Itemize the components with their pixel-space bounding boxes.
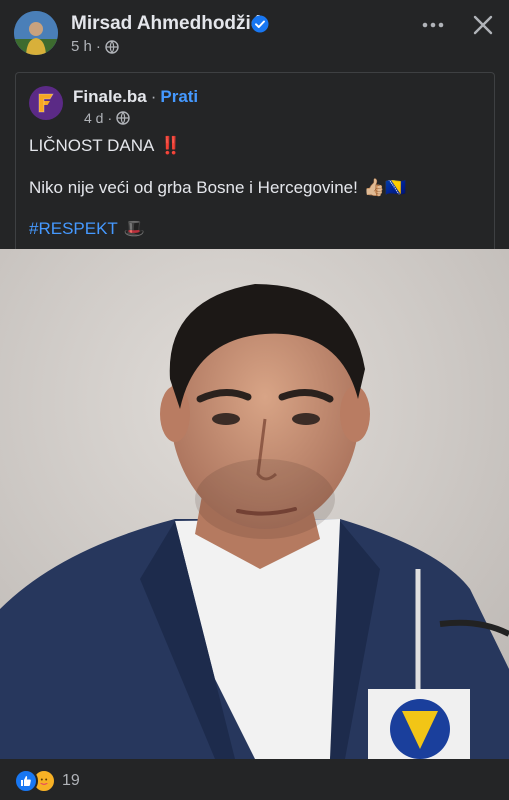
verified-badge-icon: [251, 15, 269, 33]
post-title-line: LIČNOST DANA ‼️: [29, 136, 182, 156]
shared-post-card[interactable]: Finale.ba · Prati 4 d · LIČNOST DANA ‼️ Ni…: [15, 72, 495, 249]
like-reaction-icon: [14, 769, 38, 793]
post-photo[interactable]: [0, 249, 509, 759]
source-avatar[interactable]: [29, 86, 63, 120]
follow-button[interactable]: Prati: [160, 87, 198, 106]
thumbs-up-flag-emoji: 👍🏼🇧🇦: [363, 178, 407, 197]
reaction-count[interactable]: 19: [62, 772, 80, 790]
reactions-summary[interactable]: 19: [14, 769, 80, 793]
source-name[interactable]: Finale.ba: [73, 87, 147, 106]
avatar-image: [14, 11, 58, 55]
close-button[interactable]: [468, 10, 498, 40]
more-options-button[interactable]: [420, 12, 446, 38]
source-name-row: Finale.ba · Prati: [73, 87, 198, 107]
post-timestamp[interactable]: 5 h: [71, 38, 92, 55]
globe-icon: [116, 111, 130, 125]
more-options-icon: [422, 22, 444, 28]
close-icon: [473, 15, 493, 35]
globe-icon: [105, 39, 119, 54]
meta-separator: ·: [95, 38, 101, 55]
author-avatar[interactable]: [14, 11, 58, 55]
source-timestamp[interactable]: 4 d: [84, 110, 103, 126]
source-separator: ·: [150, 87, 157, 106]
post-body-line: Niko nije veći od grba Bosne i Hercegovi…: [29, 178, 406, 198]
source-meta: 4 d ·: [84, 110, 130, 126]
post-meta: 5 h ·: [71, 38, 119, 55]
post-hashtag-line: #RESPEKT 🎩: [29, 219, 145, 239]
portrait-image: [0, 249, 509, 759]
post-title: LIČNOST DANA: [29, 136, 155, 155]
source-meta-separator: ·: [107, 110, 113, 126]
double-exclamation-emoji: ‼️: [160, 136, 182, 155]
finale-logo-icon: [38, 93, 54, 113]
post-body: Niko nije veći od grba Bosne i Hercegovi…: [29, 178, 358, 197]
author-name[interactable]: Mirsad Ahmedhodžić: [71, 13, 261, 35]
hashtag-link[interactable]: #RESPEKT: [29, 219, 118, 239]
post-header: Mirsad Ahmedhodžić 5 h ·: [0, 0, 509, 64]
top-hat-emoji: 🎩: [123, 219, 145, 238]
